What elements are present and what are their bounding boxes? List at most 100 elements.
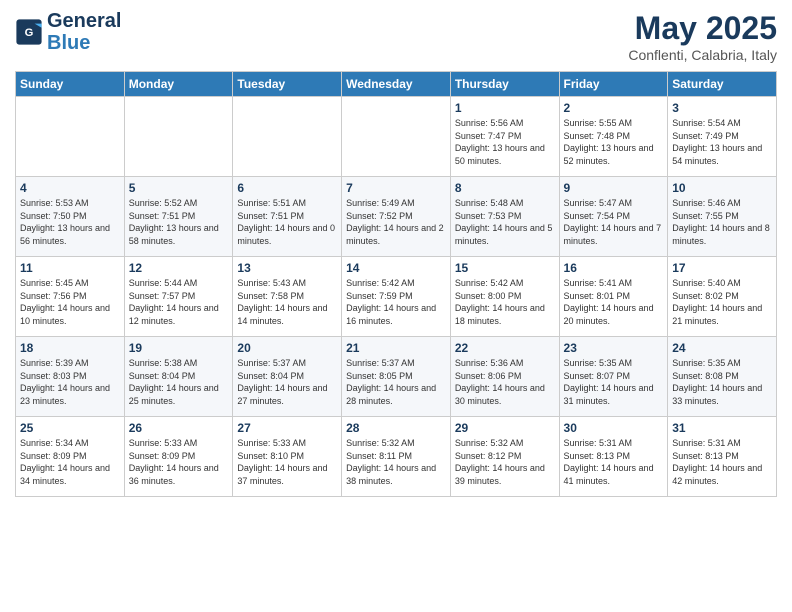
sunset-text: Sunset: 8:06 PM xyxy=(455,371,522,381)
sunrise-text: Sunrise: 5:48 AM xyxy=(455,198,524,208)
calendar-cell: 7 Sunrise: 5:49 AM Sunset: 7:52 PM Dayli… xyxy=(342,177,451,257)
sunrise-text: Sunrise: 5:39 AM xyxy=(20,358,89,368)
calendar-cell: 29 Sunrise: 5:32 AM Sunset: 8:12 PM Dayl… xyxy=(450,417,559,497)
day-info: Sunrise: 5:32 AM Sunset: 8:12 PM Dayligh… xyxy=(455,437,555,487)
day-number: 2 xyxy=(564,101,664,115)
calendar-cell: 11 Sunrise: 5:45 AM Sunset: 7:56 PM Dayl… xyxy=(16,257,125,337)
daylight-text: Daylight: 14 hours and 36 minutes. xyxy=(129,463,219,486)
header-monday: Monday xyxy=(124,72,233,97)
sunrise-text: Sunrise: 5:41 AM xyxy=(564,278,633,288)
daylight-text: Daylight: 14 hours and 0 minutes. xyxy=(237,223,335,246)
daylight-text: Daylight: 13 hours and 54 minutes. xyxy=(672,143,762,166)
sunrise-text: Sunrise: 5:51 AM xyxy=(237,198,306,208)
daylight-text: Daylight: 14 hours and 39 minutes. xyxy=(455,463,545,486)
sunrise-text: Sunrise: 5:32 AM xyxy=(346,438,415,448)
sunset-text: Sunset: 7:47 PM xyxy=(455,131,522,141)
calendar-cell: 28 Sunrise: 5:32 AM Sunset: 8:11 PM Dayl… xyxy=(342,417,451,497)
week-row-1: 1 Sunrise: 5:56 AM Sunset: 7:47 PM Dayli… xyxy=(16,97,777,177)
day-info: Sunrise: 5:42 AM Sunset: 8:00 PM Dayligh… xyxy=(455,277,555,327)
day-number: 11 xyxy=(20,261,120,275)
sunrise-text: Sunrise: 5:33 AM xyxy=(237,438,306,448)
day-info: Sunrise: 5:31 AM Sunset: 8:13 PM Dayligh… xyxy=(672,437,772,487)
sunset-text: Sunset: 7:53 PM xyxy=(455,211,522,221)
calendar-cell: 27 Sunrise: 5:33 AM Sunset: 8:10 PM Dayl… xyxy=(233,417,342,497)
day-number: 29 xyxy=(455,421,555,435)
sunset-text: Sunset: 8:12 PM xyxy=(455,451,522,461)
calendar-cell: 6 Sunrise: 5:51 AM Sunset: 7:51 PM Dayli… xyxy=(233,177,342,257)
calendar-cell: 15 Sunrise: 5:42 AM Sunset: 8:00 PM Dayl… xyxy=(450,257,559,337)
day-info: Sunrise: 5:34 AM Sunset: 8:09 PM Dayligh… xyxy=(20,437,120,487)
sunset-text: Sunset: 8:01 PM xyxy=(564,291,631,301)
header-sunday: Sunday xyxy=(16,72,125,97)
day-info: Sunrise: 5:42 AM Sunset: 7:59 PM Dayligh… xyxy=(346,277,446,327)
daylight-text: Daylight: 14 hours and 10 minutes. xyxy=(20,303,110,326)
calendar-cell: 26 Sunrise: 5:33 AM Sunset: 8:09 PM Dayl… xyxy=(124,417,233,497)
sunrise-text: Sunrise: 5:53 AM xyxy=(20,198,89,208)
calendar-cell: 1 Sunrise: 5:56 AM Sunset: 7:47 PM Dayli… xyxy=(450,97,559,177)
sunset-text: Sunset: 8:07 PM xyxy=(564,371,631,381)
day-number: 21 xyxy=(346,341,446,355)
sunset-text: Sunset: 7:48 PM xyxy=(564,131,631,141)
day-number: 3 xyxy=(672,101,772,115)
day-number: 27 xyxy=(237,421,337,435)
calendar-cell: 13 Sunrise: 5:43 AM Sunset: 7:58 PM Dayl… xyxy=(233,257,342,337)
sunset-text: Sunset: 7:55 PM xyxy=(672,211,739,221)
sunset-text: Sunset: 8:09 PM xyxy=(129,451,196,461)
sunset-text: Sunset: 8:13 PM xyxy=(564,451,631,461)
sunrise-text: Sunrise: 5:36 AM xyxy=(455,358,524,368)
svg-text:G: G xyxy=(25,27,34,39)
day-number: 6 xyxy=(237,181,337,195)
daylight-text: Daylight: 14 hours and 5 minutes. xyxy=(455,223,553,246)
day-info: Sunrise: 5:35 AM Sunset: 8:07 PM Dayligh… xyxy=(564,357,664,407)
sunrise-text: Sunrise: 5:38 AM xyxy=(129,358,198,368)
daylight-text: Daylight: 14 hours and 2 minutes. xyxy=(346,223,444,246)
day-number: 15 xyxy=(455,261,555,275)
sunset-text: Sunset: 8:13 PM xyxy=(672,451,739,461)
day-info: Sunrise: 5:32 AM Sunset: 8:11 PM Dayligh… xyxy=(346,437,446,487)
daylight-text: Daylight: 14 hours and 27 minutes. xyxy=(237,383,327,406)
daylight-text: Daylight: 13 hours and 52 minutes. xyxy=(564,143,654,166)
daylight-text: Daylight: 14 hours and 21 minutes. xyxy=(672,303,762,326)
calendar-cell: 30 Sunrise: 5:31 AM Sunset: 8:13 PM Dayl… xyxy=(559,417,668,497)
day-info: Sunrise: 5:44 AM Sunset: 7:57 PM Dayligh… xyxy=(129,277,229,327)
sunset-text: Sunset: 7:52 PM xyxy=(346,211,413,221)
daylight-text: Daylight: 14 hours and 12 minutes. xyxy=(129,303,219,326)
sunset-text: Sunset: 8:00 PM xyxy=(455,291,522,301)
day-info: Sunrise: 5:40 AM Sunset: 8:02 PM Dayligh… xyxy=(672,277,772,327)
daylight-text: Daylight: 14 hours and 8 minutes. xyxy=(672,223,770,246)
daylight-text: Daylight: 14 hours and 20 minutes. xyxy=(564,303,654,326)
calendar-cell: 22 Sunrise: 5:36 AM Sunset: 8:06 PM Dayl… xyxy=(450,337,559,417)
week-row-4: 18 Sunrise: 5:39 AM Sunset: 8:03 PM Dayl… xyxy=(16,337,777,417)
day-info: Sunrise: 5:43 AM Sunset: 7:58 PM Dayligh… xyxy=(237,277,337,327)
sunset-text: Sunset: 8:10 PM xyxy=(237,451,304,461)
day-number: 5 xyxy=(129,181,229,195)
sunrise-text: Sunrise: 5:49 AM xyxy=(346,198,415,208)
sunset-text: Sunset: 7:54 PM xyxy=(564,211,631,221)
daylight-text: Daylight: 14 hours and 30 minutes. xyxy=(455,383,545,406)
weekday-header-row: Sunday Monday Tuesday Wednesday Thursday… xyxy=(16,72,777,97)
daylight-text: Daylight: 14 hours and 23 minutes. xyxy=(20,383,110,406)
daylight-text: Daylight: 14 hours and 38 minutes. xyxy=(346,463,436,486)
header-tuesday: Tuesday xyxy=(233,72,342,97)
sunset-text: Sunset: 8:09 PM xyxy=(20,451,87,461)
day-number: 4 xyxy=(20,181,120,195)
logo-line1: General xyxy=(47,10,121,32)
logo-line2: Blue xyxy=(47,32,121,54)
daylight-text: Daylight: 14 hours and 14 minutes. xyxy=(237,303,327,326)
day-number: 30 xyxy=(564,421,664,435)
calendar-cell: 23 Sunrise: 5:35 AM Sunset: 8:07 PM Dayl… xyxy=(559,337,668,417)
sunrise-text: Sunrise: 5:37 AM xyxy=(237,358,306,368)
sunset-text: Sunset: 8:05 PM xyxy=(346,371,413,381)
sunset-text: Sunset: 7:50 PM xyxy=(20,211,87,221)
sunrise-text: Sunrise: 5:35 AM xyxy=(564,358,633,368)
day-number: 19 xyxy=(129,341,229,355)
daylight-text: Daylight: 13 hours and 58 minutes. xyxy=(129,223,219,246)
day-info: Sunrise: 5:55 AM Sunset: 7:48 PM Dayligh… xyxy=(564,117,664,167)
sunset-text: Sunset: 7:51 PM xyxy=(129,211,196,221)
sunset-text: Sunset: 8:03 PM xyxy=(20,371,87,381)
calendar-cell: 19 Sunrise: 5:38 AM Sunset: 8:04 PM Dayl… xyxy=(124,337,233,417)
location-subtitle: Conflenti, Calabria, Italy xyxy=(628,47,777,63)
title-area: May 2025 Conflenti, Calabria, Italy xyxy=(628,10,777,63)
calendar-cell: 8 Sunrise: 5:48 AM Sunset: 7:53 PM Dayli… xyxy=(450,177,559,257)
sunset-text: Sunset: 7:58 PM xyxy=(237,291,304,301)
